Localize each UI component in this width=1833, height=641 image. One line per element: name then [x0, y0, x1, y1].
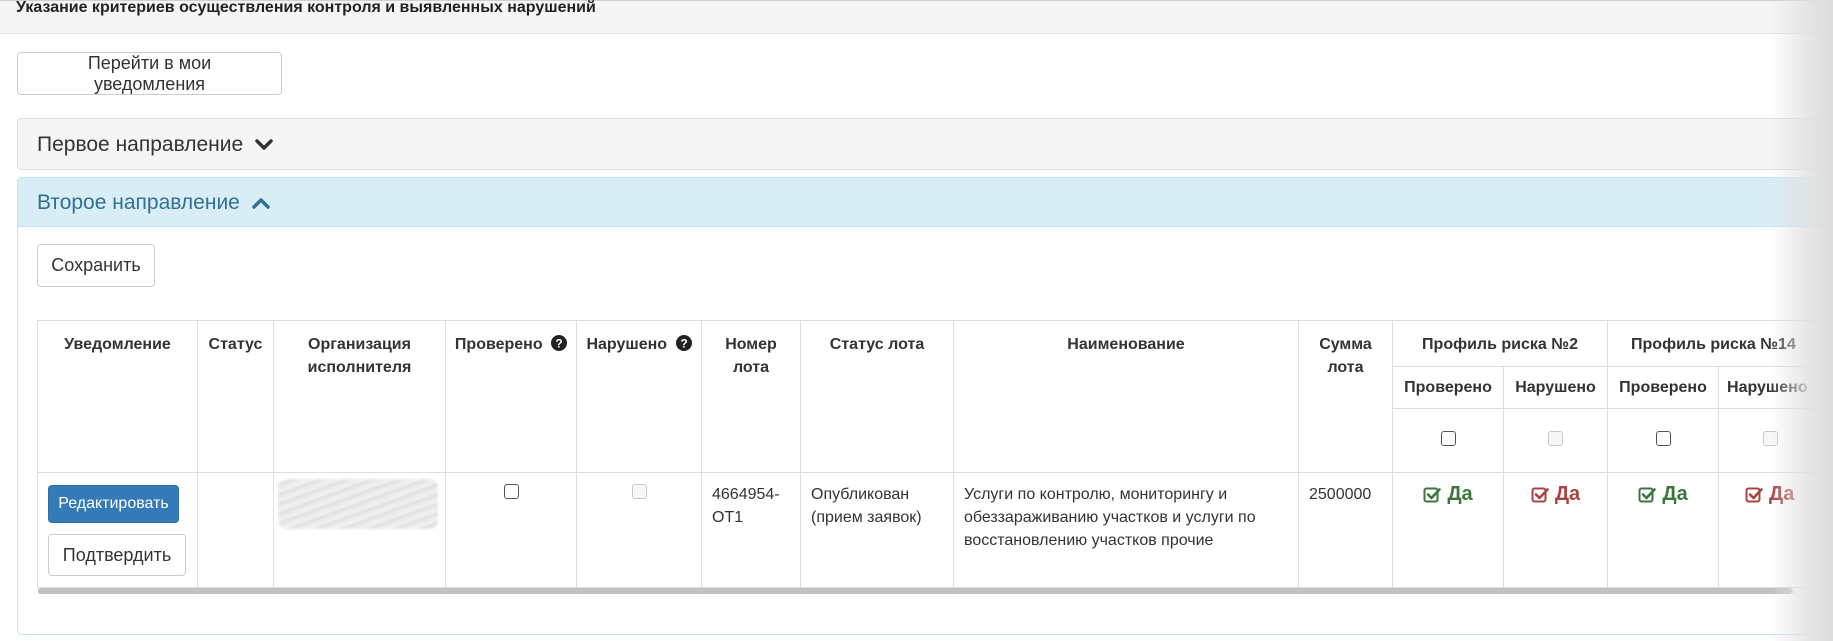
chevron-up-icon [251, 198, 270, 210]
svg-text:?: ? [680, 337, 687, 351]
header-notification: Уведомление [37, 320, 198, 473]
save-button[interactable]: Сохранить [37, 244, 155, 287]
rp2-checked-value: Да [1423, 483, 1473, 506]
header-risk-profile-2: Профиль риска №2 [1391, 320, 1609, 367]
rp2-checked-all-checkbox[interactable] [1440, 430, 1456, 446]
header-violated-text: Нарушено [586, 336, 668, 353]
page-title: Указание критериев осуществления контрол… [16, 0, 596, 16]
svg-text:?: ? [555, 337, 562, 351]
rp2-violated-value-text: Да [1554, 483, 1581, 505]
table-scroll-container: Уведомление Статус Организация исполните… [37, 320, 1833, 598]
check-square-icon [1745, 487, 1763, 502]
header-lot-number: Номер лота [701, 320, 801, 473]
header-rp14-violated: Нарушено [1718, 366, 1833, 409]
rp2-violated-value-cell: Да [1502, 472, 1609, 588]
header-rp2-checked: Проверено [1392, 366, 1504, 409]
panel-second-title-text: Второе направление [37, 191, 240, 214]
check-square-icon [1638, 487, 1657, 502]
rp14-violated-all-cell [1718, 408, 1833, 473]
rp14-violated-value: Да [1745, 483, 1794, 506]
rp14-checked-value-cell: Да [1607, 472, 1720, 588]
header-violated: Нарушено ? [576, 320, 702, 473]
rp14-checked-all-checkbox[interactable] [1655, 430, 1671, 446]
panel-second-direction: Второе направление Сохранить Уведомление… [17, 177, 1833, 635]
name-cell: Услуги по контролю, мониторингу и обезза… [953, 472, 1299, 588]
check-square-icon [1423, 487, 1442, 502]
rp2-violated-all-checkbox [1548, 430, 1563, 446]
page-header: Указание критериев осуществления контрол… [0, 0, 1833, 34]
notification-actions-cell: Редактировать Подтвердить [37, 472, 198, 588]
question-circle-icon[interactable]: ? [675, 335, 692, 351]
violated-checkbox [631, 484, 647, 499]
header-checked: Проверено ? [445, 320, 577, 473]
header-lot-sum: Сумма лота [1298, 320, 1393, 473]
check-square-icon [1531, 487, 1549, 502]
rp2-checked-value-text: Да [1447, 483, 1473, 505]
rp14-violated-value-text: Да [1769, 483, 1795, 505]
checked-checkbox[interactable] [503, 484, 519, 499]
edit-button[interactable]: Редактировать [48, 485, 179, 523]
panel-second-title[interactable]: Второе направление [37, 191, 270, 215]
checked-cell [445, 472, 577, 588]
confirm-button[interactable]: Подтвердить [48, 534, 186, 576]
rp14-violated-all-checkbox [1763, 430, 1779, 446]
violated-cell [576, 472, 702, 588]
rp2-checked-all-cell [1392, 408, 1504, 473]
notifications-table: Уведомление Статус Организация исполните… [37, 320, 1833, 588]
header-org: Организация исполнителя [273, 320, 446, 473]
rp14-checked-value-text: Да [1662, 483, 1688, 505]
header-risk-profile-14: Профиль риска №14 [1607, 320, 1833, 367]
panel-first-title-text: Первое направление [37, 133, 244, 156]
header-rp2-violated: Нарушено [1502, 366, 1609, 409]
lot-number-cell: 4664954-ОТ1 [701, 472, 801, 588]
status-cell [197, 472, 274, 588]
panel-second-header[interactable]: Второе направление [18, 178, 1833, 227]
org-cell [273, 472, 446, 588]
org-blurred-image [278, 479, 438, 529]
header-rp14-checked: Проверено [1607, 366, 1720, 409]
panel-first-title[interactable]: Первое направление [37, 133, 273, 157]
table-row: Редактировать Подтвердить 4664954-ОТ1 Оп… [37, 472, 1833, 588]
rp14-violated-value-cell: Да [1718, 472, 1833, 588]
header-name: Наименование [953, 320, 1299, 473]
rp2-checked-value-cell: Да [1392, 472, 1504, 588]
horizontal-scrollbar[interactable] [38, 588, 1794, 594]
horizontal-scrollbar-thumb[interactable] [38, 588, 1792, 594]
lot-status-cell: Опубликован (прием заявок) [800, 472, 954, 588]
header-lot-status: Статус лота [800, 320, 954, 473]
lot-sum-cell: 2500000 [1298, 472, 1393, 588]
header-checked-text: Проверено [454, 336, 543, 353]
goto-notifications-button[interactable]: Перейти в мои уведомления [17, 52, 282, 95]
question-circle-icon[interactable]: ? [551, 335, 568, 351]
rp2-violated-all-cell [1502, 408, 1609, 473]
rp2-violated-value: Да [1531, 483, 1580, 506]
rp14-checked-value: Да [1638, 483, 1688, 506]
chevron-down-icon [255, 139, 273, 151]
header-status: Статус [197, 320, 274, 473]
panel-first-direction[interactable]: Первое направление [17, 118, 1833, 170]
rp14-checked-all-cell [1607, 408, 1720, 473]
